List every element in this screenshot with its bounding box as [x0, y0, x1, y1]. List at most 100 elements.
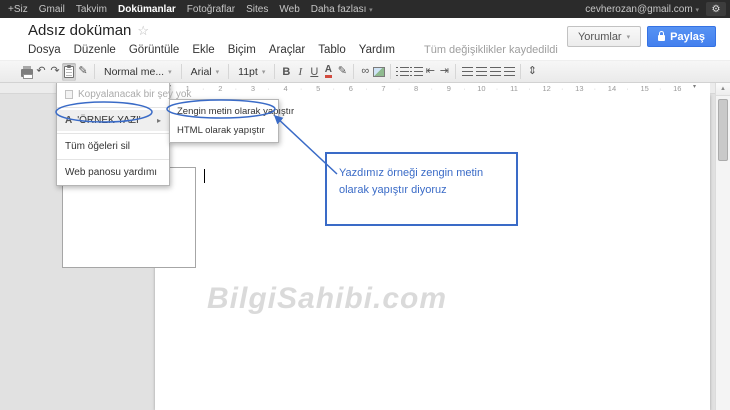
topbar-link-plus-siz[interactable]: +Siz [8, 4, 28, 15]
topbar-link-daha-fazlasi[interactable]: Daha fazlası ▾ [311, 4, 373, 15]
menu-separator [57, 159, 169, 160]
ruler-number: 12 [530, 84, 563, 93]
toolbar-separator [455, 64, 456, 79]
settings-button[interactable]: ⚙ [706, 2, 726, 16]
ruler-number: 8 [400, 84, 433, 93]
indent-button[interactable]: ⇥ [437, 63, 451, 81]
right-indent-marker[interactable]: ▾ [693, 84, 696, 90]
align-center-button[interactable] [474, 63, 488, 81]
tutorial-annotation-box: Yazdımız örneği zengin metin olarak yapı… [325, 152, 518, 226]
topbar-link-takvim[interactable]: Takvim [76, 4, 107, 15]
watermark: BilgiSahibi.com [207, 282, 447, 316]
link-icon: ∞ [361, 66, 369, 77]
font-select[interactable]: Arial ▾ [186, 66, 225, 78]
align-right-button[interactable] [488, 63, 502, 81]
align-left-button[interactable] [460, 63, 474, 81]
toolbar-separator [274, 64, 275, 79]
ruler-number: 14 [596, 84, 629, 93]
menu-separator [57, 107, 169, 108]
menu-item-goruntule[interactable]: Görüntüle [129, 44, 180, 56]
menu-item-dosya[interactable]: Dosya [28, 44, 61, 56]
scroll-up-button[interactable]: ▲ [716, 83, 730, 96]
outdent-button[interactable]: ⇤ [423, 63, 437, 81]
comments-button[interactable]: Yorumlar ▾ [567, 26, 641, 47]
header-buttons: Yorumlar ▾ Paylaş [567, 26, 716, 47]
print-icon [21, 69, 33, 77]
redo-icon: ↷ [50, 66, 59, 77]
menu-item-duzenle[interactable]: Düzenle [74, 44, 116, 56]
menu-item-paste-rich-text[interactable]: Zengin metin olarak yapıştır [170, 102, 278, 121]
insert-image-button[interactable] [372, 63, 386, 81]
line-spacing-button[interactable]: ⇕ [525, 63, 539, 81]
scrollbar-thumb[interactable] [718, 99, 728, 161]
line-spacing-icon: ⇕ [528, 66, 537, 77]
google-docs-screen: +Siz Gmail Takvim Dokümanlar Fotoğraflar… [0, 0, 730, 410]
undo-button[interactable]: ↶ [34, 63, 48, 81]
bold-button[interactable]: B [279, 63, 293, 81]
topbar-right: cevherozan@gmail.com ▾ ⚙ [585, 2, 726, 16]
menubar: Dosya Düzenle Görüntüle Ekle Biçim Araçl… [28, 44, 558, 56]
account-menu[interactable]: cevherozan@gmail.com ▾ [585, 4, 699, 15]
web-clipboard-button[interactable] [62, 63, 76, 81]
menu-item-ekle[interactable]: Ekle [192, 44, 214, 56]
ruler-number: 10 [465, 84, 498, 93]
paste-submenu: Zengin metin olarak yapıştır HTML olarak… [169, 99, 279, 143]
chevron-down-icon: ▾ [695, 7, 699, 14]
undo-icon: ↶ [36, 66, 45, 77]
text-color-icon: A [325, 65, 332, 78]
chevron-down-icon: ▾ [216, 68, 220, 76]
topbar-link-sites[interactable]: Sites [246, 4, 268, 15]
menu-item-clear-all[interactable]: Tüm öğeleri sil [57, 136, 169, 157]
web-clipboard-menu: Kopyalanacak bir şey yok A 'ÖRNEK YAZI' … [56, 81, 170, 186]
menu-item-clipboard-help[interactable]: Web panosu yardımı [57, 162, 169, 183]
ruler: 1 2 3 4 5 6 7 8 9 10 11 12 13 14 15 16 [155, 83, 710, 94]
vertical-scrollbar[interactable]: ▲ [715, 83, 730, 410]
menu-item-araclar[interactable]: Araçlar [269, 44, 305, 56]
gear-icon: ⚙ [712, 4, 721, 15]
ruler-number: 16 [661, 84, 694, 93]
ruler-number: 15 [628, 84, 661, 93]
text-color-button[interactable]: A [321, 63, 335, 81]
title-row: Adsız doküman ☆ [28, 22, 149, 39]
insert-link-button[interactable]: ∞ [358, 63, 372, 81]
paint-format-button[interactable]: ✎ [76, 63, 90, 81]
ruler-number: 4 [269, 84, 302, 93]
indent-icon: ⇥ [440, 66, 449, 77]
underline-button[interactable]: U [307, 63, 321, 81]
bullet-list-icon [410, 67, 423, 76]
topbar-link-gmail[interactable]: Gmail [39, 4, 65, 15]
numbered-list-button[interactable] [395, 63, 409, 81]
toolbar-separator [181, 64, 182, 79]
styles-select[interactable]: Normal me... ▾ [99, 66, 177, 78]
redo-button[interactable]: ↷ [48, 63, 62, 81]
google-bar: +Siz Gmail Takvim Dokümanlar Fotoğraflar… [0, 0, 730, 18]
ruler-number: 7 [367, 84, 400, 93]
italic-button[interactable]: I [293, 63, 307, 81]
topbar-link-dokumanlar[interactable]: Dokümanlar [118, 4, 176, 15]
tutorial-annotation-text: Yazdımız örneği zengin metin olarak yapı… [339, 167, 483, 196]
menu-item-tablo[interactable]: Tablo [318, 44, 346, 56]
share-button[interactable]: Paylaş [647, 26, 716, 47]
toolbar-separator [390, 64, 391, 79]
menu-item-yardim[interactable]: Yardım [359, 44, 395, 56]
justify-button[interactable] [502, 63, 516, 81]
numbered-list-icon [396, 67, 409, 76]
topbar-link-web[interactable]: Web [279, 4, 299, 15]
menu-item-paste-html[interactable]: HTML olarak yapıştır [170, 121, 278, 140]
print-button[interactable] [20, 63, 34, 81]
menu-item-ornek-yazi[interactable]: A 'ÖRNEK YAZI' ▸ [57, 110, 169, 131]
chevron-down-icon: ▾ [168, 68, 172, 76]
font-size-select[interactable]: 11pt ▾ [233, 66, 270, 78]
justify-icon [504, 67, 515, 76]
ruler-number: 13 [563, 84, 596, 93]
bullet-list-button[interactable] [409, 63, 423, 81]
star-icon[interactable]: ☆ [137, 23, 149, 39]
text-item-icon: A [65, 115, 72, 126]
document-title[interactable]: Adsız doküman [28, 22, 131, 39]
highlight-icon: ✎ [338, 66, 347, 77]
topbar-link-fotograflar[interactable]: Fotoğraflar [187, 4, 235, 15]
menu-item-bicim[interactable]: Biçim [228, 44, 256, 56]
align-right-icon [490, 67, 501, 76]
align-center-icon [476, 67, 487, 76]
highlight-button[interactable]: ✎ [335, 63, 349, 81]
